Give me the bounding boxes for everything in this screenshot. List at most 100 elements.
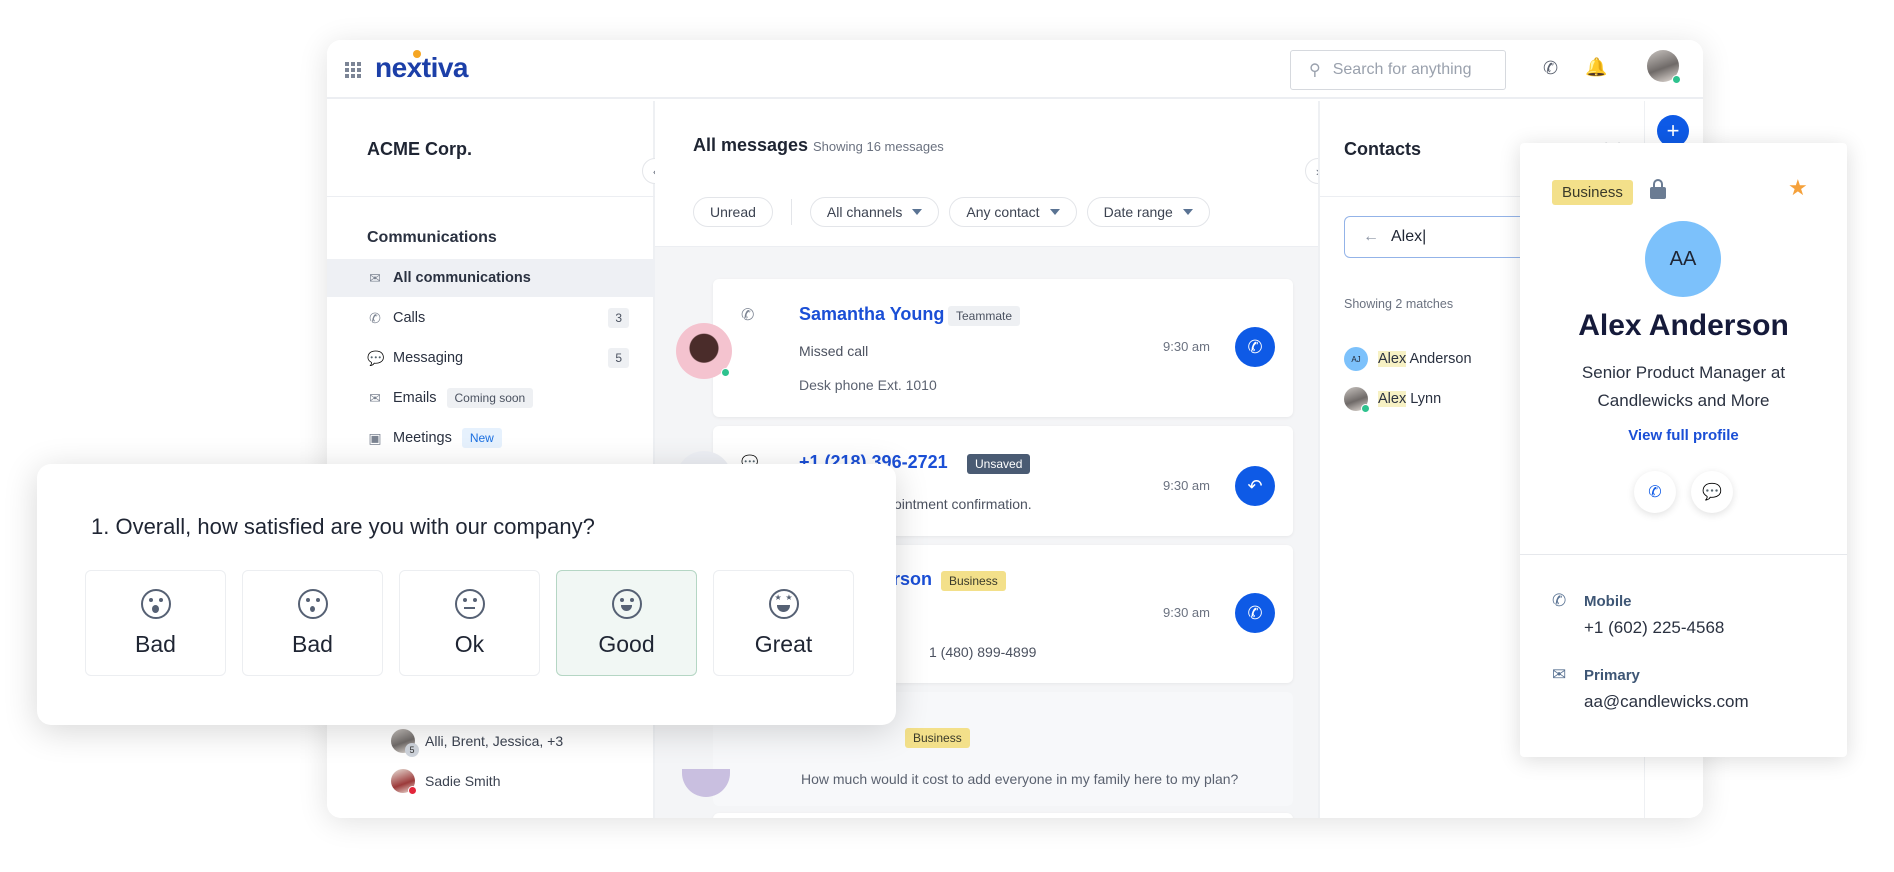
sidebar-item-label: Messaging (393, 350, 464, 366)
brand-text: nextiva (375, 52, 469, 83)
profile-company-line: Candlewicks and More (1597, 391, 1770, 410)
contact-name[interactable]: rson (893, 569, 932, 590)
sidebar-item-meetings[interactable]: ▣ Meetings New (327, 419, 655, 457)
filter-bar: Unread All channels Any contact Date ran… (693, 197, 1210, 227)
rating-option-great[interactable]: ★ ★ Great (713, 570, 854, 676)
filter-label: Any contact (966, 204, 1040, 220)
chevron-down-icon (912, 209, 923, 215)
view-profile-link[interactable]: View full profile (1520, 427, 1847, 444)
coming-soon-badge: Coming soon (446, 388, 534, 408)
divider (327, 196, 655, 197)
rating-option-ok[interactable]: Ok (399, 570, 540, 676)
video-icon: ▣ (368, 429, 382, 446)
message-line: How much would it cost to add everyone i… (801, 771, 1239, 787)
message-time: 9:30 am (1163, 605, 1210, 620)
inbox-icon: ✉ (369, 269, 381, 286)
online-indicator (721, 368, 730, 377)
message-time: 9:30 am (1163, 478, 1210, 493)
rating-option-very-bad[interactable]: Bad (85, 570, 226, 676)
app-grid-icon[interactable] (345, 62, 361, 78)
section-title: Communications (367, 229, 497, 246)
group-count: 5 (405, 743, 419, 757)
chat-bubble-icon: 💬 (1702, 484, 1722, 501)
phone-icon[interactable]: ✆ (1543, 58, 1558, 79)
conversation-label: Sadie Smith (425, 773, 501, 789)
survey-card: 1. Overall, how satisfied are you with o… (37, 464, 896, 725)
count-badge: 3 (608, 308, 629, 328)
date-range-filter[interactable]: Date range (1086, 197, 1210, 227)
back-arrow-icon[interactable]: ← (1363, 228, 1379, 246)
contact-name[interactable]: Samantha Young (799, 304, 944, 325)
brand-logo[interactable]: nextiva (375, 50, 469, 84)
messages-title: All messages (693, 135, 809, 155)
count-badge: 5 (608, 348, 629, 368)
contact-profile-card: Business ★ AA Alex Anderson Senior Produ… (1520, 143, 1847, 757)
message-item[interactable]: 💬 Ryan Billings +4 others (713, 813, 1293, 818)
mail-icon: ✉ (1552, 665, 1567, 684)
sidebar-item-label: Meetings (393, 430, 452, 446)
contact-result[interactable]: AJ Alex Anderson (1344, 347, 1472, 371)
busy-indicator (408, 786, 417, 795)
phone-icon: ✆ (741, 307, 755, 324)
contacts-title: Contacts (1344, 139, 1422, 159)
match-count: Showing 2 matches (1344, 297, 1454, 311)
rating-label: Good (598, 630, 655, 657)
conversation-label: Alli, Brent, Jessica, +3 (425, 733, 564, 749)
online-indicator (1361, 404, 1370, 413)
email-address[interactable]: aa@candlewicks.com (1584, 692, 1749, 712)
unsaved-tag: Unsaved (967, 454, 1031, 474)
business-tag: Business (905, 728, 970, 748)
user-avatar[interactable] (1647, 50, 1681, 84)
unread-filter[interactable]: Unread (693, 197, 773, 227)
reply-button[interactable]: ↶ (1235, 466, 1275, 506)
conversation-item[interactable]: 5 Alli, Brent, Jessica, +3 (391, 729, 564, 757)
call-back-button[interactable]: ✆ (1235, 327, 1275, 367)
shocked-face-icon (140, 588, 171, 619)
sidebar-item-messaging[interactable]: 💬 Messaging 5 (327, 339, 655, 377)
bell-icon[interactable]: 🔔 (1585, 57, 1607, 78)
top-header: nextiva ⚲ Search for anything ✆ 🔔 (327, 40, 1703, 99)
message-detail: 1 (480) 899-4899 (929, 644, 1037, 660)
sidebar-item-all-communications[interactable]: ✉ All communications (327, 259, 655, 297)
channels-filter[interactable]: All channels (809, 197, 940, 227)
phone-icon: ✆ (369, 309, 381, 326)
contact-filter[interactable]: Any contact (949, 197, 1077, 227)
match-highlight: Alex (1378, 351, 1407, 367)
message-detail: Desk phone Ext. 1010 (799, 377, 937, 393)
profile-avatar: AA (1645, 221, 1721, 297)
survey-question: 1. Overall, how satisfied are you with o… (91, 514, 595, 539)
lock-icon (1650, 179, 1666, 199)
phone-icon: ✆ (1552, 591, 1567, 610)
rating-option-bad[interactable]: Bad (242, 570, 383, 676)
search-value: Alex| (1391, 228, 1427, 245)
favorite-star-icon[interactable]: ★ (1788, 175, 1808, 201)
search-icon: ⚲ (1309, 62, 1321, 79)
rating-option-good[interactable]: Good (556, 570, 697, 676)
star-eyes-face-icon: ★ ★ (768, 588, 799, 619)
sidebar-item-calls[interactable]: ✆ Calls 3 (327, 299, 655, 337)
messages-toolbar: All messages Showing 16 messages Unread … (655, 101, 1318, 247)
filter-label: Date range (1103, 204, 1173, 220)
message-button[interactable]: 💬 (1691, 471, 1733, 513)
profile-name: Alex Anderson (1578, 309, 1789, 342)
search-placeholder: Search for anything (1332, 61, 1472, 78)
call-back-button[interactable]: ✆ (1235, 593, 1275, 633)
phone-icon: ✆ (1648, 484, 1662, 501)
contact-result[interactable]: Alex Lynn (1344, 387, 1441, 413)
sidebar-item-emails[interactable]: ✉ Emails Coming soon (327, 379, 655, 417)
sidebar-item-label: Calls (393, 310, 426, 326)
mobile-number[interactable]: +1 (602) 225-4568 (1584, 618, 1724, 638)
neutral-face-icon (454, 588, 485, 619)
surprised-face-icon (297, 588, 328, 619)
conversation-item[interactable]: Sadie Smith (391, 769, 501, 795)
chevron-down-icon (1182, 209, 1193, 215)
search-input[interactable]: ⚲ Search for anything (1290, 50, 1506, 90)
contact-initials-avatar: AJ (1344, 347, 1368, 371)
call-button[interactable]: ✆ (1634, 471, 1676, 513)
business-tag: Business (1552, 180, 1633, 205)
business-tag: Business (941, 571, 1006, 591)
avatar (676, 323, 732, 379)
message-item[interactable]: ✆ Samantha Young Teammate Missed call De… (713, 279, 1293, 417)
match-highlight: Alex (1378, 391, 1407, 407)
sidebar-item-label: Emails (393, 390, 437, 406)
